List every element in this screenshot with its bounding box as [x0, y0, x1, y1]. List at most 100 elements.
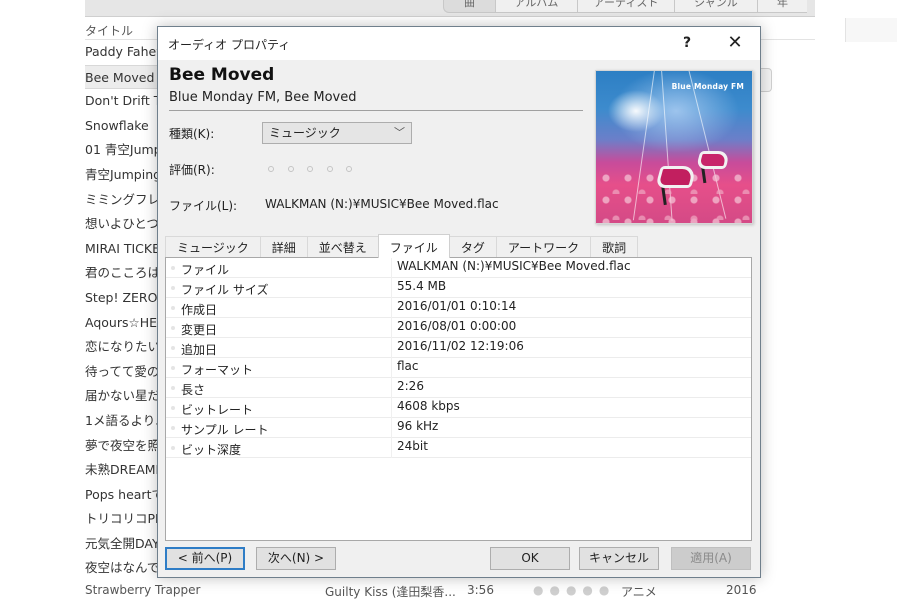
bullet-icon	[171, 366, 175, 370]
dialog-titlebar[interactable]: オーディオ プロパティ ? ✕	[158, 27, 760, 60]
tab-artwork[interactable]: アートワーク	[495, 236, 592, 258]
track-row[interactable]: Aqours☆HER	[85, 311, 165, 336]
column-header-title[interactable]: タイトル	[85, 22, 133, 39]
rating-control[interactable]	[268, 163, 353, 172]
tab-file[interactable]: ファイル	[377, 234, 450, 258]
track-row[interactable]: 未熟DREAME	[85, 458, 165, 483]
close-button[interactable]: ✕	[718, 29, 752, 57]
track-row[interactable]: 夢で夜空を照	[85, 434, 165, 459]
track-row[interactable]: 待ってて愛のう	[85, 360, 165, 385]
track-row[interactable]: トリコリコPLEAS	[85, 507, 165, 532]
artwork-caption: Blue Monday FM	[671, 82, 744, 91]
property-row[interactable]: 長さ 2:26	[166, 378, 751, 398]
dialog-title: オーディオ プロパティ	[168, 38, 291, 52]
track-title: Aqours☆HER	[85, 314, 165, 330]
track-row[interactable]: Step! ZERO to	[85, 286, 165, 311]
column-divider	[391, 418, 392, 438]
property-row[interactable]: 追加日 2016/11/02 12:19:06	[166, 338, 751, 358]
property-key: フォーマット	[181, 363, 254, 377]
song-artist-album: Blue Monday FM, Bee Moved	[169, 90, 357, 105]
song-title: Bee Moved	[169, 65, 275, 85]
property-row[interactable]: サンプル レート 96 kHz	[166, 418, 751, 438]
view-tab-genres[interactable]: ジャンル	[674, 0, 757, 13]
track-row[interactable]: Bee Moved	[85, 64, 165, 90]
rating-dot-icon[interactable]	[346, 166, 353, 172]
next-button[interactable]: 次へ(N) >	[256, 547, 336, 570]
tab-details[interactable]: 詳細	[259, 236, 308, 258]
track-title: Step! ZERO to	[85, 289, 165, 305]
property-key: 作成日	[181, 303, 218, 317]
property-key: ビット深度	[181, 443, 242, 457]
column-divider	[391, 298, 392, 318]
property-value: 55.4 MB	[397, 279, 447, 293]
cancel-button[interactable]: キャンセル	[579, 547, 659, 570]
view-tab-albums[interactable]: アルバム	[495, 0, 577, 13]
property-row[interactable]: 作成日 2016/01/01 0:10:14	[166, 298, 751, 318]
property-value: 96 kHz	[397, 419, 439, 433]
track-row[interactable]: ミミングフレンド	[85, 188, 165, 213]
property-key: 変更日	[181, 323, 218, 337]
view-tab-songs[interactable]: 曲	[443, 0, 495, 13]
property-row[interactable]: 変更日 2016/08/01 0:00:00	[166, 318, 751, 338]
property-row[interactable]: ファイル WALKMAN (N:)¥MUSIC¥Bee Moved.flac	[166, 258, 751, 278]
rating-dot-icon[interactable]	[287, 166, 294, 172]
track-row[interactable]: 01 青空Jumpi	[85, 138, 165, 163]
column-divider	[391, 258, 392, 278]
bullet-icon	[171, 326, 175, 330]
ok-button[interactable]: OK	[490, 547, 570, 570]
property-value: flac	[397, 359, 419, 373]
apply-button[interactable]: 適用(A)	[671, 547, 751, 570]
track-row[interactable]: Snowflake	[85, 114, 165, 139]
track-title: Don't Drift To	[85, 93, 165, 109]
property-value: 2016/08/01 0:00:00	[397, 319, 517, 333]
track-duration: 3:56	[467, 583, 494, 597]
help-button[interactable]: ?	[677, 33, 697, 53]
track-row[interactable]: Don't Drift To	[85, 89, 165, 114]
track-artist: Guilty Kiss (逢田梨香...	[325, 585, 456, 599]
type-label: 種類(K):	[169, 127, 215, 141]
track-title: 夢で夜空を照	[85, 437, 161, 453]
property-row[interactable]: フォーマット flac	[166, 358, 751, 378]
track-row[interactable]: 青空Jumping	[85, 163, 165, 188]
track-row[interactable]: 1メ語るよりユメ	[85, 409, 165, 434]
track-row[interactable]: 君のこころは輝	[85, 261, 165, 286]
tab-music[interactable]: ミュージック	[165, 236, 261, 258]
property-key: サンプル レート	[181, 423, 269, 437]
property-key: 長さ	[181, 383, 206, 397]
track-row[interactable]: Paddy Fahey's	[85, 40, 165, 65]
track-row[interactable]: 恋になりたいA	[85, 335, 165, 360]
property-row[interactable]: ビットレート 4608 kbps	[166, 398, 751, 418]
column-divider	[391, 278, 392, 298]
rating-dot-icon[interactable]	[268, 166, 274, 172]
column-divider	[391, 378, 392, 398]
track-row[interactable]: 元気全開DAY	[85, 532, 165, 557]
rating-dot-icon[interactable]	[326, 166, 333, 172]
tab-sorting[interactable]: 並べ替え	[306, 236, 379, 258]
type-select[interactable]: ミュージック ﹀	[262, 122, 412, 144]
track-title: 元気全開DAY	[85, 535, 160, 551]
track-row[interactable]: 夜空はなんでも	[85, 556, 165, 581]
previous-button[interactable]: < 前へ(P)	[165, 547, 245, 570]
track-row[interactable]: 想いよひとつに	[85, 212, 165, 237]
column-header-cell	[845, 18, 897, 42]
tab-lyrics[interactable]: 歌詞	[590, 236, 639, 258]
audio-properties-dialog: オーディオ プロパティ ? ✕ Bee Moved Blue Monday FM…	[157, 26, 761, 578]
property-value: WALKMAN (N:)¥MUSIC¥Bee Moved.flac	[397, 259, 631, 273]
view-tab-artists[interactable]: アーティスト	[577, 0, 674, 13]
track-title: 夜空はなんでも	[85, 560, 165, 576]
track-row[interactable]: MIRAI TICKET	[85, 237, 165, 262]
property-key: ビットレート	[181, 403, 254, 417]
tab-tags[interactable]: タグ	[448, 236, 497, 258]
property-row[interactable]: ファイル サイズ 55.4 MB	[166, 278, 751, 298]
property-row[interactable]: ビット深度 24bit	[166, 438, 751, 458]
track-row[interactable]: 届かない星だと	[85, 384, 165, 409]
view-tab-year[interactable]: 年	[757, 0, 807, 13]
track-rating[interactable]: ●●●●●	[533, 583, 615, 597]
bullet-icon	[171, 426, 175, 430]
property-value: 2016/11/02 12:19:06	[397, 339, 524, 353]
track-row[interactable]: Pops heartで	[85, 483, 165, 508]
rating-dot-icon[interactable]	[307, 166, 314, 172]
bullet-icon	[171, 446, 175, 450]
track-title: ミミングフレンド	[85, 191, 165, 207]
column-divider	[391, 338, 392, 358]
